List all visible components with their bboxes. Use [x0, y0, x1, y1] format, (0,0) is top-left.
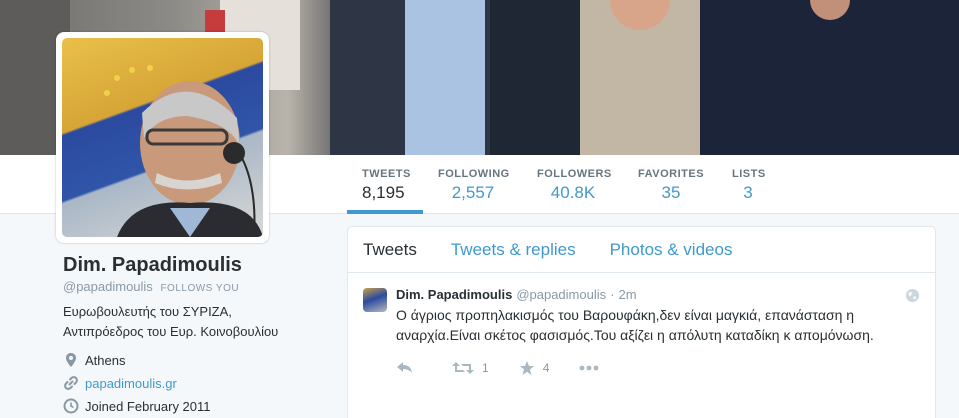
stat-followers-label: FOLLOWERS	[537, 168, 612, 180]
profile-bio: Ευρωβουλευτής του ΣΥΡΙΖΑ, Αντιπρόεδρος τ…	[63, 302, 323, 342]
timeline-tabs: Tweets Tweets & replies Photos & videos	[348, 227, 935, 273]
reply-icon	[397, 362, 412, 373]
stat-favorites-label: FAVORITES	[638, 168, 705, 180]
stat-lists-value: 3	[743, 183, 753, 202]
stat-favorites-value: 35	[661, 183, 681, 202]
stat-lists-label: LISTS	[732, 168, 766, 180]
clock-icon	[63, 398, 79, 414]
tab-tweets[interactable]: Tweets	[363, 240, 417, 260]
tweet[interactable]: Dim. Papadimoulis @papadimoulis · 2m Ο ά…	[348, 273, 935, 379]
stat-followers[interactable]: FOLLOWERS 40.8K	[537, 168, 612, 214]
tab-photos-and-videos[interactable]: Photos & videos	[610, 240, 733, 260]
tweet-actions: 1 4	[396, 357, 919, 379]
stat-tweets-label: TWEETS	[362, 168, 411, 180]
joined-text: Joined February 2011	[85, 398, 211, 414]
tweet-header: Dim. Papadimoulis @papadimoulis · 2m	[396, 287, 919, 302]
stat-favorites[interactable]: FAVORITES 35	[638, 168, 704, 214]
profile-joined: Joined February 2011	[63, 398, 211, 414]
stat-following[interactable]: FOLLOWING 2,557	[438, 168, 510, 214]
location-pin-icon	[66, 353, 76, 367]
star-icon	[519, 361, 534, 375]
reply-button[interactable]	[396, 361, 422, 375]
stat-tweets[interactable]: TWEETS 8,195	[347, 168, 423, 214]
stat-following-label: FOLLOWING	[438, 168, 510, 180]
favorite-button[interactable]: 4	[519, 360, 550, 376]
retweet-count: 1	[482, 361, 489, 375]
profile-avatar[interactable]	[56, 32, 269, 243]
retweet-button[interactable]: 1	[452, 361, 489, 375]
timeline-card: Tweets Tweets & replies Photos & videos …	[347, 226, 936, 418]
tab-tweets-and-replies[interactable]: Tweets & replies	[451, 240, 576, 260]
tweet-timestamp[interactable]: 2m	[618, 287, 636, 302]
bio-line: Ευρωβουλευτής του ΣΥΡΙΖΑ,	[63, 304, 232, 319]
tweet-separator: ·	[610, 287, 615, 302]
follows-you-badge: FOLLOWS YOU	[160, 283, 240, 294]
bio-line: Αντιπρόεδρος του Ευρ. Κοινοβουλίου	[63, 324, 279, 339]
location-text: Athens	[85, 352, 126, 368]
profile-handle[interactable]: @papadimoulis	[63, 279, 153, 294]
profile-handle-row: @papadimoulis FOLLOWS YOU	[63, 279, 239, 294]
link-icon	[64, 376, 78, 390]
more-icon	[579, 365, 599, 371]
tweet-avatar[interactable]	[363, 288, 387, 312]
favorite-count: 4	[542, 361, 550, 375]
stat-tweets-value: 8,195	[362, 183, 405, 202]
avatar-image	[62, 38, 263, 237]
profile-location: Athens	[63, 352, 125, 368]
stat-followers-value: 40.8K	[550, 183, 596, 202]
tweet-author-name[interactable]: Dim. Papadimoulis	[396, 287, 512, 302]
tweet-text: Ο άγριος προπηλακισμός του Βαρουφάκη,δεν…	[396, 307, 874, 343]
tweet-author-handle[interactable]: @papadimoulis	[516, 287, 606, 302]
website-link[interactable]: papadimoulis.gr	[85, 376, 177, 391]
globe-icon	[905, 288, 920, 303]
stat-following-value: 2,557	[451, 183, 495, 202]
more-button[interactable]	[579, 365, 607, 371]
retweet-icon	[452, 362, 474, 374]
stat-lists[interactable]: LISTS 3	[732, 168, 766, 214]
profile-name[interactable]: Dim. Papadimoulis	[63, 254, 242, 277]
profile-website: papadimoulis.gr	[63, 375, 177, 391]
